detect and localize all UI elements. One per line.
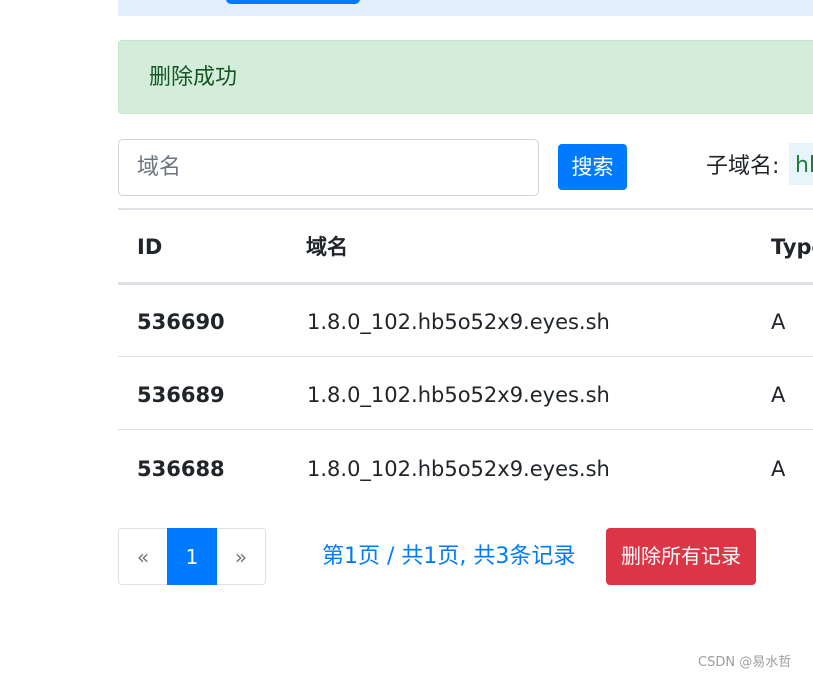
domain-search-input[interactable]: [118, 139, 539, 196]
cell-type: A: [771, 310, 786, 334]
pagination-page-1[interactable]: 1: [167, 528, 217, 585]
row-divider: [118, 429, 813, 430]
column-header-domain: 域名: [306, 235, 348, 259]
column-header-type: Type: [771, 235, 813, 259]
table-top-border: [118, 208, 813, 210]
cell-type: A: [771, 457, 786, 481]
alert-message: 删除成功: [149, 65, 238, 90]
delete-all-button[interactable]: 删除所有记录: [606, 528, 756, 585]
watermark: CSDN @易水哲: [698, 655, 792, 670]
table-row: 536689 1.8.0_102.hb5o52x9.eyes.sh A: [118, 358, 813, 430]
table-row: 536688 1.8.0_102.hb5o52x9.eyes.sh A: [118, 432, 813, 504]
subdomain-label: 子域名:: [706, 154, 780, 179]
success-alert: 删除成功: [118, 40, 813, 114]
row-divider: [118, 356, 813, 357]
cell-id: 536690: [137, 310, 225, 334]
search-button[interactable]: 搜索: [558, 144, 627, 190]
cell-id: 536688: [137, 457, 225, 481]
page-info: 第1页 / 共1页, 共3条记录: [322, 544, 576, 569]
cell-type: A: [771, 383, 786, 407]
pagination: « 1 »: [118, 528, 266, 585]
subdomain-value: hb: [789, 143, 813, 185]
top-banner-button[interactable]: [226, 0, 360, 4]
cell-domain: 1.8.0_102.hb5o52x9.eyes.sh: [307, 310, 610, 334]
cell-domain: 1.8.0_102.hb5o52x9.eyes.sh: [307, 383, 610, 407]
cell-domain: 1.8.0_102.hb5o52x9.eyes.sh: [307, 457, 610, 481]
page: 删除成功 搜索 子域名: hb ID 域名 Type 536690 1.8.0_…: [0, 0, 813, 678]
column-header-id: ID: [137, 235, 163, 259]
table-row: 536690 1.8.0_102.hb5o52x9.eyes.sh A: [118, 285, 813, 357]
top-banner: [118, 0, 813, 16]
pagination-next[interactable]: »: [216, 528, 266, 585]
cell-id: 536689: [137, 383, 225, 407]
pagination-prev[interactable]: «: [118, 528, 168, 585]
